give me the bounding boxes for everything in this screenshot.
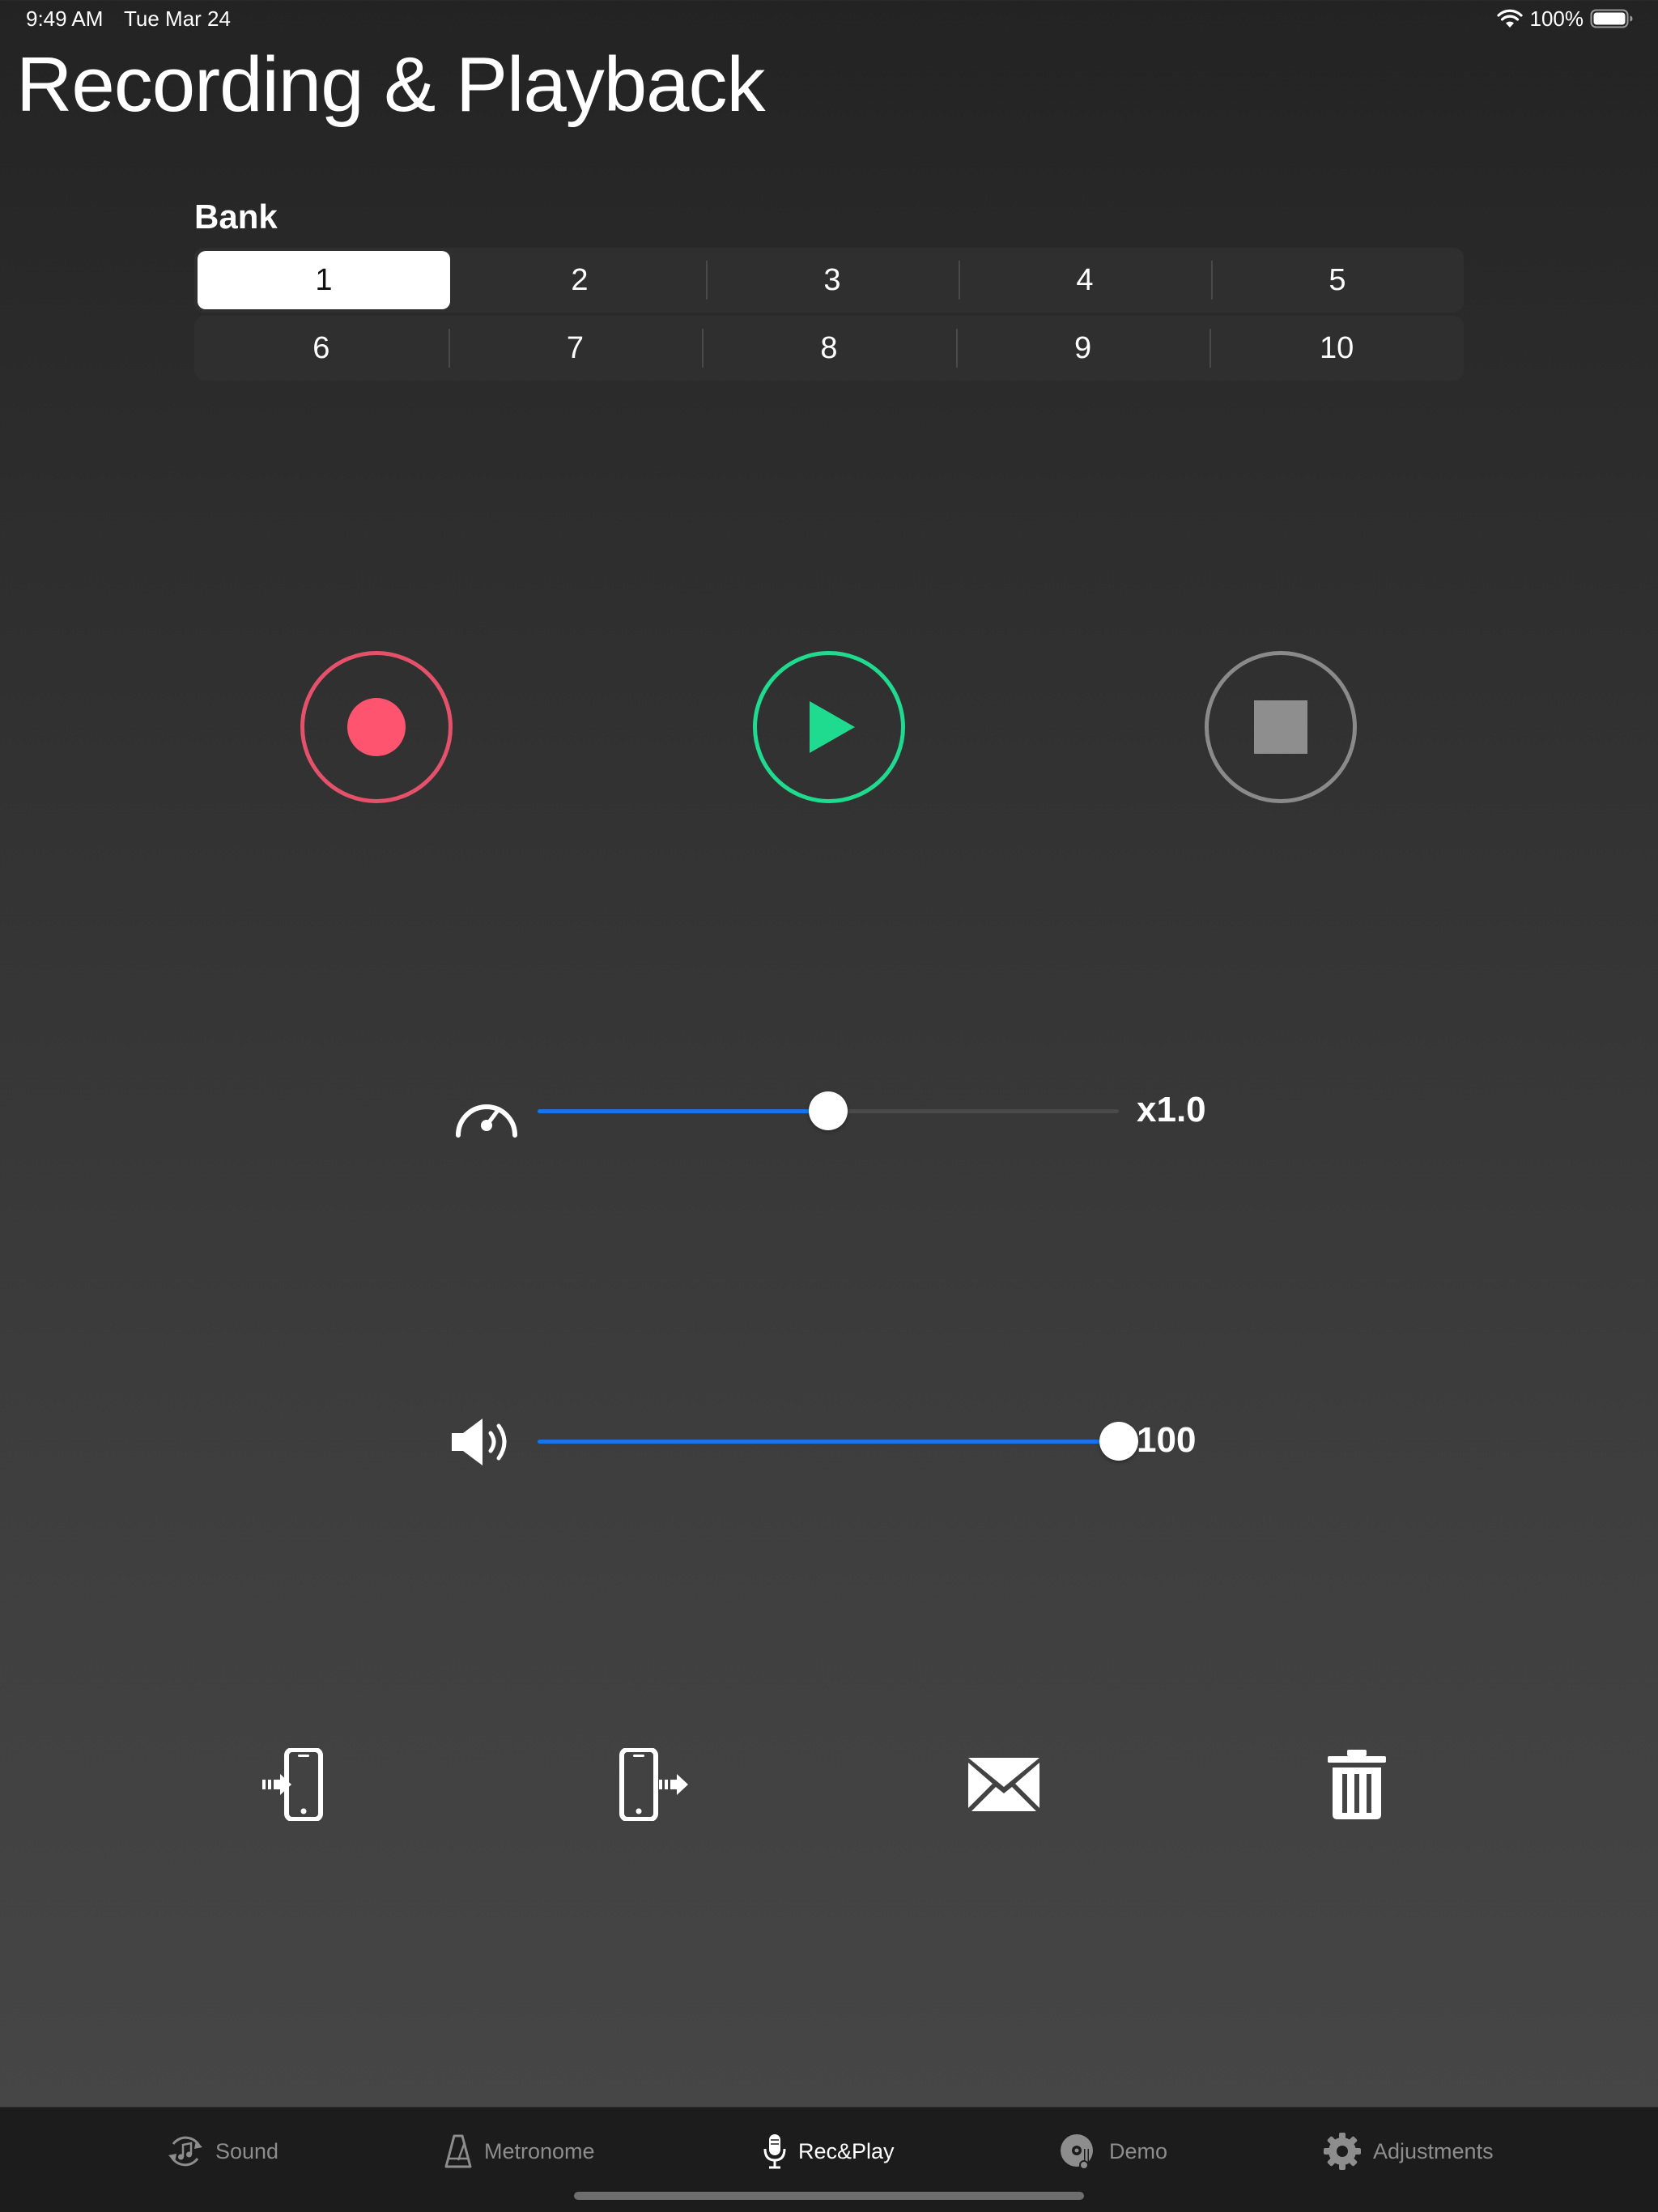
demo-disc-icon: [1061, 2134, 1093, 2170]
play-button[interactable]: [753, 651, 905, 803]
metronome-icon: [444, 2134, 472, 2168]
tab-rec-play[interactable]: Rec&Play: [763, 2129, 895, 2174]
bank-segment-9[interactable]: 9: [955, 316, 1210, 381]
status-date: Tue Mar 24: [124, 6, 231, 31]
tab-demo[interactable]: Demo: [1059, 2129, 1167, 2174]
bank-segment-6[interactable]: 6: [194, 316, 449, 381]
record-button[interactable]: [300, 651, 453, 803]
gear-icon: [1324, 2133, 1361, 2170]
speed-control: x1.0: [450, 1070, 1211, 1151]
bank-segment-1[interactable]: 1: [198, 251, 450, 309]
bank-label: Bank: [194, 198, 278, 236]
play-icon: [810, 701, 855, 753]
tab-rec-play-label: Rec&Play: [798, 2138, 895, 2163]
page-title: Recording & Playback: [16, 41, 765, 128]
import-to-device-icon: [262, 1748, 323, 1821]
status-time: 9:49 AM: [26, 6, 104, 31]
export-from-device-icon: [619, 1748, 688, 1821]
stop-icon: [1254, 700, 1307, 754]
tab-bar: Sound Metronome Rec&Play Demo Adjustment…: [0, 2107, 1658, 2212]
import-button[interactable]: [257, 1744, 338, 1825]
volume-slider[interactable]: [538, 1422, 1138, 1461]
record-icon: [347, 698, 406, 756]
bank-segment-10[interactable]: 10: [1209, 316, 1464, 381]
status-bar: 9:49 AM Tue Mar 24 100%: [0, 0, 1658, 37]
bank-segment-4[interactable]: 4: [959, 248, 1211, 313]
mail-button[interactable]: [963, 1744, 1044, 1825]
speed-value: x1.0: [1137, 1090, 1206, 1129]
volume-control: 100: [450, 1401, 1211, 1482]
bank-segmented-control-row-1: 1 2 3 4 5: [194, 248, 1464, 313]
tab-metronome-label: Metronome: [484, 2138, 595, 2163]
battery-percent: 100%: [1529, 6, 1584, 31]
tab-adjustments[interactable]: Adjustments: [1323, 2129, 1494, 2174]
trash-icon: [1328, 1750, 1386, 1819]
stop-button[interactable]: [1205, 651, 1357, 803]
volume-slider-fill: [538, 1440, 1119, 1444]
tab-adjustments-label: Adjustments: [1373, 2138, 1494, 2163]
speed-slider[interactable]: [538, 1091, 1119, 1130]
home-indicator: [574, 2192, 1084, 2200]
wifi-icon: [1496, 9, 1523, 28]
export-button[interactable]: [613, 1744, 694, 1825]
bank-segment-7[interactable]: 7: [448, 316, 703, 381]
tab-sound-label: Sound: [215, 2138, 279, 2163]
speed-slider-fill: [538, 1109, 828, 1113]
bank-segment-3[interactable]: 3: [706, 248, 959, 313]
volume-slider-thumb[interactable]: [1099, 1422, 1138, 1461]
speedometer-icon: [456, 1104, 517, 1138]
speed-slider-thumb[interactable]: [809, 1091, 848, 1130]
tab-sound[interactable]: Sound: [167, 2129, 278, 2174]
delete-button[interactable]: [1316, 1744, 1397, 1825]
tab-metronome[interactable]: Metronome: [444, 2129, 595, 2174]
bank-segment-2[interactable]: 2: [453, 248, 706, 313]
sound-icon: [168, 2136, 202, 2167]
mail-icon: [968, 1758, 1039, 1811]
bank-segmented-control-row-2: 6 7 8 9 10: [194, 316, 1464, 381]
bank-segment-8[interactable]: 8: [702, 316, 956, 381]
battery-icon: [1590, 9, 1633, 28]
bank-segment-5[interactable]: 5: [1211, 248, 1464, 313]
tab-demo-label: Demo: [1109, 2138, 1168, 2163]
status-right: 100%: [1496, 6, 1635, 31]
volume-value: 100: [1137, 1420, 1197, 1460]
microphone-icon: [763, 2134, 786, 2169]
speaker-icon: [452, 1419, 507, 1465]
